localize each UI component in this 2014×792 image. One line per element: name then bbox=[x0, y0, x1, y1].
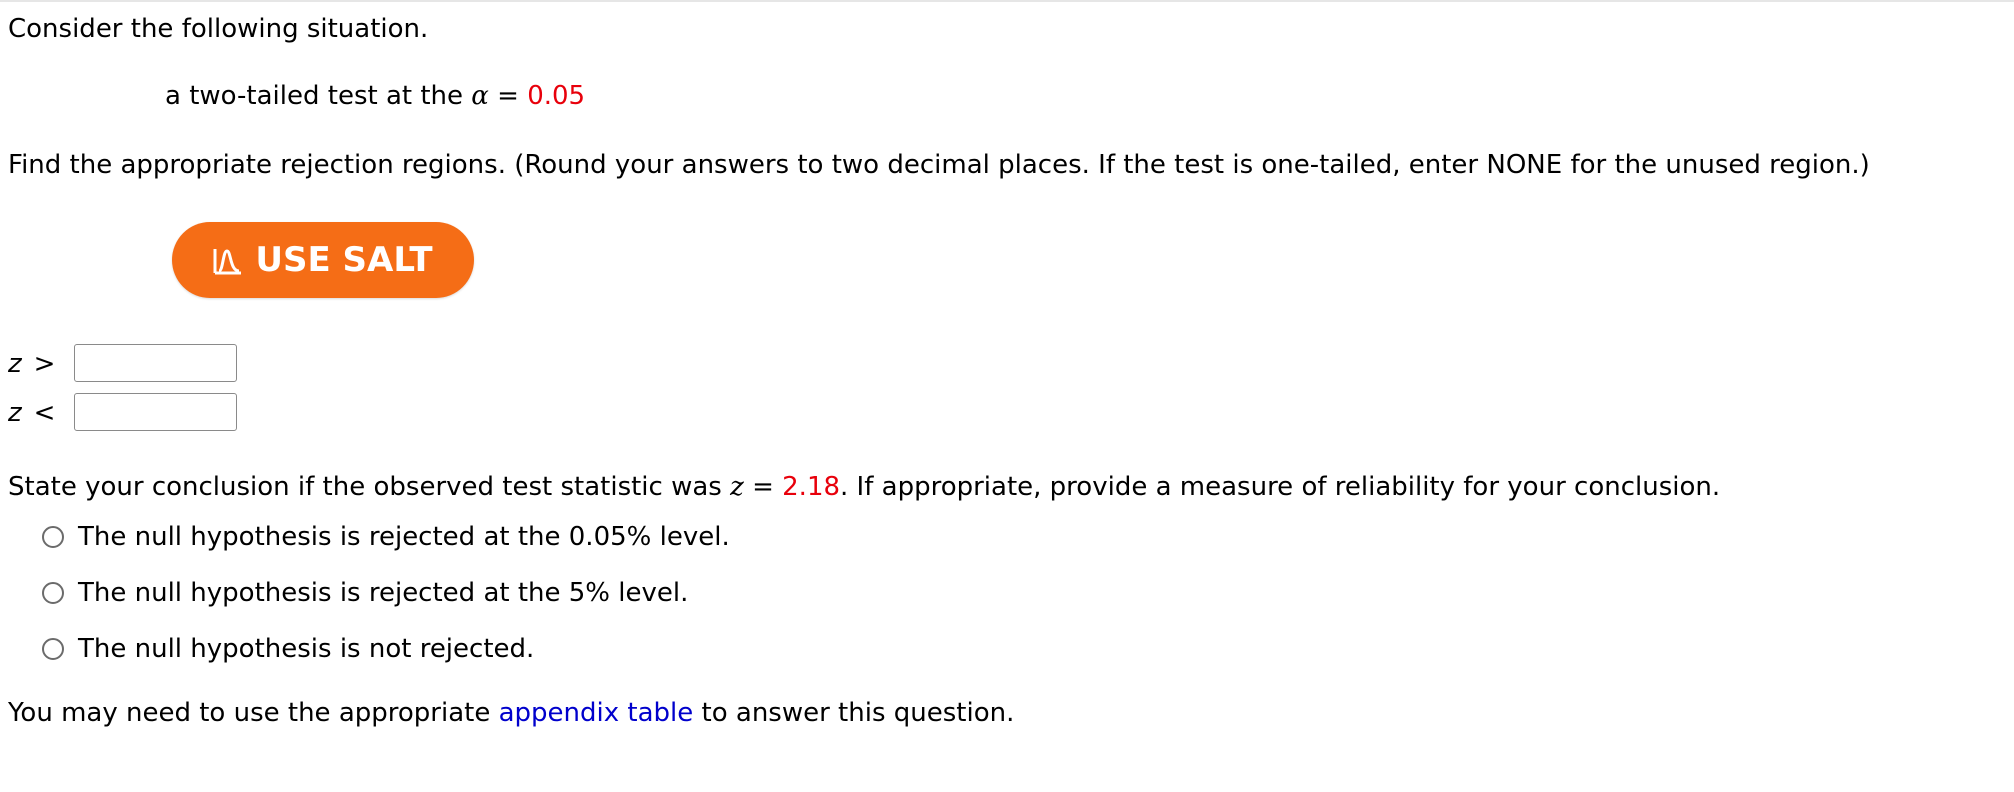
top-divider bbox=[0, 0, 2014, 2]
upper-operator: > bbox=[33, 349, 56, 379]
rejection-label-upper: z > bbox=[8, 347, 55, 381]
conclusion-equals: = bbox=[743, 472, 783, 502]
option-label: The null hypothesis is not rejected. bbox=[78, 634, 535, 664]
use-salt-label: USE SALT bbox=[255, 240, 433, 280]
upper-z-variable: z bbox=[8, 349, 22, 379]
upper-rejection-input[interactable] bbox=[74, 344, 237, 382]
lower-operator: < bbox=[33, 398, 56, 428]
alpha-symbol: α bbox=[471, 81, 489, 111]
rejection-label-lower: z < bbox=[8, 396, 55, 430]
use-salt-button[interactable]: USE SALT bbox=[172, 222, 474, 298]
situation-statement: a two-tailed test at the α = 0.05 bbox=[165, 79, 585, 113]
option-reject-0-05-percent[interactable]: The null hypothesis is rejected at the 0… bbox=[42, 520, 730, 554]
radio-button[interactable] bbox=[42, 582, 64, 604]
option-label: The null hypothesis is rejected at the 5… bbox=[78, 578, 689, 608]
appendix-table-link[interactable]: appendix table bbox=[499, 698, 694, 728]
observed-statistic-value: 2.18 bbox=[782, 472, 841, 502]
footer-note: You may need to use the appropriate appe… bbox=[8, 696, 1014, 730]
footer-prefix: You may need to use the appropriate bbox=[8, 698, 499, 728]
radio-button[interactable] bbox=[42, 526, 64, 548]
conclusion-prompt: State your conclusion if the observed te… bbox=[8, 470, 1720, 504]
alpha-value: 0.05 bbox=[527, 81, 586, 111]
option-not-rejected[interactable]: The null hypothesis is not rejected. bbox=[42, 632, 534, 666]
salt-distribution-icon bbox=[213, 245, 243, 275]
lower-rejection-input[interactable] bbox=[74, 393, 237, 431]
conclusion-variable: z bbox=[730, 472, 744, 502]
option-label: The null hypothesis is rejected at the 0… bbox=[78, 522, 730, 552]
situation-prefix: a two-tailed test at the bbox=[165, 81, 472, 111]
conclusion-suffix: . If appropriate, provide a measure of r… bbox=[840, 472, 1721, 502]
instructions-text: Find the appropriate rejection regions. … bbox=[8, 150, 1870, 180]
lower-z-variable: z bbox=[8, 398, 22, 428]
option-reject-5-percent[interactable]: The null hypothesis is rejected at the 5… bbox=[42, 576, 688, 610]
conclusion-prefix: State your conclusion if the observed te… bbox=[8, 472, 731, 502]
footer-suffix: to answer this question. bbox=[693, 698, 1015, 728]
radio-button[interactable] bbox=[42, 638, 64, 660]
intro-text: Consider the following situation. bbox=[8, 14, 429, 44]
situation-equals: = bbox=[488, 81, 528, 111]
